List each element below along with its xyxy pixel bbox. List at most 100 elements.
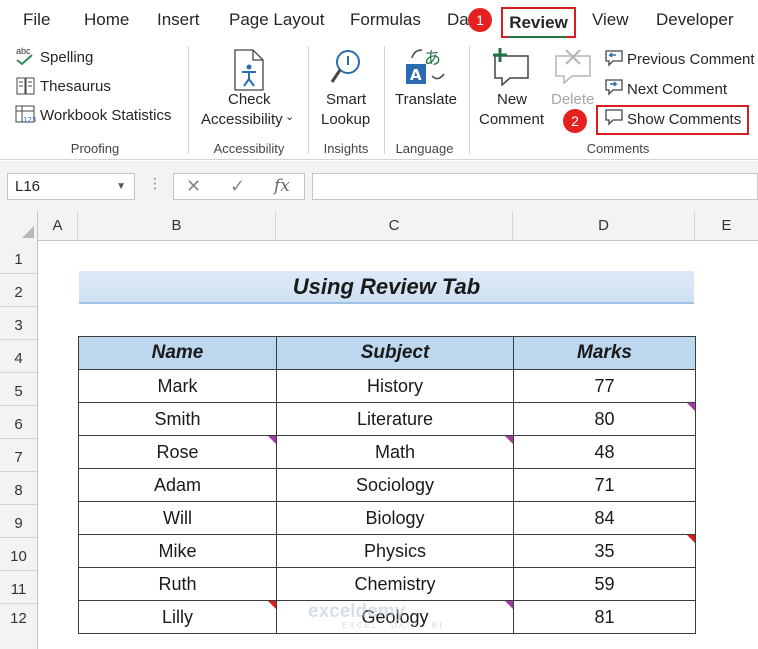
svg-text:A: A xyxy=(410,66,422,84)
table-header-row: Name Subject Marks xyxy=(78,336,696,370)
note-indicator-icon[interactable] xyxy=(268,436,276,444)
cell-marks[interactable]: 84 xyxy=(513,501,696,535)
row-headers: 1 2 3 4 5 6 7 8 9 10 11 12 xyxy=(0,241,38,649)
check-accessibility-label-2: Accessibility xyxy=(201,111,283,128)
cell-text: Math xyxy=(374,441,416,462)
cell-marks[interactable]: 80 xyxy=(513,402,696,436)
tab-file[interactable]: File xyxy=(23,10,50,30)
smart-lookup-label-2: Lookup xyxy=(321,111,371,128)
cell-name[interactable]: Mike xyxy=(78,534,277,568)
tab-insert[interactable]: Insert xyxy=(157,10,200,30)
cell-text: Mike xyxy=(158,540,197,561)
column-header-d[interactable]: D xyxy=(513,211,695,241)
smart-lookup-icon xyxy=(330,50,360,83)
cell-marks[interactable]: 77 xyxy=(513,369,696,403)
column-header-e[interactable]: E xyxy=(695,211,758,241)
enter-check-icon[interactable]: ✓ xyxy=(230,176,245,197)
row-header[interactable]: 3 xyxy=(0,307,37,340)
note-indicator-icon[interactable] xyxy=(687,403,695,411)
header-name[interactable]: Name xyxy=(78,336,277,370)
insert-function-icon[interactable]: fx xyxy=(274,176,290,196)
cell-subject[interactable]: History xyxy=(276,369,514,403)
table-row: Ruth Chemistry 59 xyxy=(78,567,696,601)
cell-text: Physics xyxy=(363,540,426,561)
cell-subject[interactable]: Math xyxy=(276,435,514,469)
tab-developer[interactable]: Developer xyxy=(656,10,734,30)
row-header[interactable]: 2 xyxy=(0,274,37,307)
cell-marks[interactable]: 59 xyxy=(513,567,696,601)
group-divider xyxy=(188,46,189,154)
tab-view[interactable]: View xyxy=(592,10,629,30)
row-header[interactable]: 4 xyxy=(0,340,37,373)
row-header[interactable]: 5 xyxy=(0,373,37,406)
cell-marks[interactable]: 35 xyxy=(513,534,696,568)
cell-text: 77 xyxy=(594,375,615,396)
table-row: Smith Literature 80 xyxy=(78,402,696,436)
tab-formulas[interactable]: Formulas xyxy=(350,10,421,30)
cell-text: Lilly xyxy=(161,606,193,627)
translate-label: Translate xyxy=(395,91,457,108)
cell-text: Chemistry xyxy=(354,573,436,594)
cell-name[interactable]: Smith xyxy=(78,402,277,436)
cell-subject[interactable]: Chemistry xyxy=(276,567,514,601)
column-header-c[interactable]: C xyxy=(276,211,513,241)
cell-text: Smith xyxy=(154,408,201,429)
note-indicator-icon[interactable] xyxy=(505,436,513,444)
cell-text: Will xyxy=(163,507,192,528)
cell-subject[interactable]: Sociology xyxy=(276,468,514,502)
ribbon-tab-bar: File Home Insert Page Layout Formulas Da… xyxy=(0,0,758,42)
cancel-icon[interactable]: ✕ xyxy=(186,176,201,197)
select-all-button[interactable] xyxy=(0,211,38,241)
row-header[interactable]: 6 xyxy=(0,406,37,439)
tab-review[interactable]: Review xyxy=(501,7,576,38)
cell-subject[interactable]: Literature xyxy=(276,402,514,436)
note-indicator-icon[interactable] xyxy=(505,601,513,609)
cell-name[interactable]: Ruth xyxy=(78,567,277,601)
header-marks[interactable]: Marks xyxy=(513,336,696,370)
spelling-label: Spelling xyxy=(40,49,94,66)
cell-text: 81 xyxy=(594,606,615,627)
column-header-a[interactable]: A xyxy=(38,211,78,241)
formula-bar-grip-icon[interactable]: ⋮ xyxy=(148,175,162,192)
sheet-title[interactable]: Using Review Tab xyxy=(79,271,694,304)
cell-name[interactable]: Lilly xyxy=(78,600,277,634)
cell-name[interactable]: Mark xyxy=(78,369,277,403)
chevron-down-icon: ⌄ xyxy=(285,111,295,123)
watermark-logo: exceldemy xyxy=(308,601,406,622)
translate-icon: Aあ xyxy=(406,49,445,84)
cell-marks[interactable]: 71 xyxy=(513,468,696,502)
chevron-down-icon[interactable]: ▼ xyxy=(116,174,126,199)
table-row: Adam Sociology 71 xyxy=(78,468,696,502)
cell-name[interactable]: Rose xyxy=(78,435,277,469)
data-table: Name Subject Marks Mark History 77 Smith… xyxy=(78,336,696,634)
comment-indicator-icon[interactable] xyxy=(687,535,695,543)
name-box[interactable]: L16 ▼ xyxy=(7,173,135,200)
cell-text: Literature xyxy=(356,408,434,429)
tab-home[interactable]: Home xyxy=(84,10,129,30)
worksheet-grid: A B C D E 1 2 3 4 5 6 7 8 9 10 11 12 Usi… xyxy=(0,211,758,649)
row-header[interactable]: 8 xyxy=(0,472,37,505)
cell-marks[interactable]: 81 xyxy=(513,600,696,634)
cell-marks[interactable]: 48 xyxy=(513,435,696,469)
cell-name[interactable]: Adam xyxy=(78,468,277,502)
smart-lookup-label-1: Smart xyxy=(326,91,367,108)
select-all-triangle-icon xyxy=(22,226,34,238)
cell-subject[interactable]: Biology xyxy=(276,501,514,535)
row-header[interactable]: 1 xyxy=(0,241,37,274)
formula-input[interactable] xyxy=(312,173,758,200)
cell-text: Ruth xyxy=(158,573,197,594)
comment-indicator-icon[interactable] xyxy=(268,601,276,609)
tab-page-layout[interactable]: Page Layout xyxy=(229,10,324,30)
cell-text: Rose xyxy=(156,441,199,462)
previous-comment-label: Previous Comment xyxy=(627,51,755,68)
header-subject[interactable]: Subject xyxy=(276,336,514,370)
row-header[interactable]: 10 xyxy=(0,538,37,571)
row-header[interactable]: 9 xyxy=(0,505,37,538)
column-header-b[interactable]: B xyxy=(78,211,276,241)
row-header[interactable]: 7 xyxy=(0,439,37,472)
cell-subject[interactable]: Physics xyxy=(276,534,514,568)
cell-text: 71 xyxy=(594,474,615,495)
cell-name[interactable]: Will xyxy=(78,501,277,535)
row-header[interactable]: 12 xyxy=(0,604,37,649)
row-header[interactable]: 11 xyxy=(0,571,37,604)
